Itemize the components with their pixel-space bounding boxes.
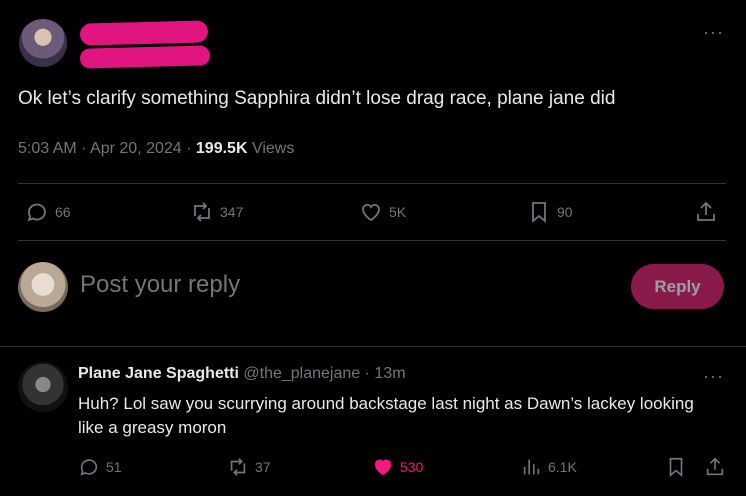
reply-retweet-action[interactable]: 37 <box>227 456 271 478</box>
retweet-count: 347 <box>220 204 244 220</box>
reply-retweet-count: 37 <box>255 459 271 475</box>
reply-reply-count: 51 <box>106 459 122 475</box>
reply-icon <box>27 203 46 222</box>
reply-button[interactable]: Reply <box>631 264 724 309</box>
reply-input[interactable]: Post your reply <box>80 271 240 299</box>
bookmark-icon <box>669 457 683 478</box>
reply-views-action[interactable]: 6.1K <box>520 456 577 478</box>
more-options-icon[interactable]: ··· <box>703 22 724 43</box>
meta-separator: · <box>81 140 91 157</box>
reply-author-handle[interactable]: @the_planejane <box>243 365 360 382</box>
reply-more-options-icon[interactable]: ··· <box>703 366 724 387</box>
tweet-time[interactable]: 5:03 AM <box>18 140 77 157</box>
tweet-date[interactable]: Apr 20, 2024 <box>90 140 182 157</box>
heart-icon <box>362 203 380 222</box>
reply-author-avatar[interactable] <box>18 362 68 412</box>
share-action[interactable] <box>694 200 718 224</box>
current-user-avatar[interactable] <box>18 262 68 312</box>
heart-filled-icon <box>374 459 392 476</box>
tweet-text: Ok let’s clarify something Sapphira didn… <box>18 88 616 109</box>
share-icon <box>706 457 724 476</box>
reply-share-action[interactable] <box>704 456 726 478</box>
retweet-action[interactable]: 347 <box>190 200 243 224</box>
divider <box>0 346 746 347</box>
bookmark-action[interactable]: 90 <box>527 200 573 224</box>
retweet-icon <box>194 202 210 222</box>
redacted-author-handle <box>79 45 211 69</box>
reply-views-count: 6.1K <box>548 459 577 475</box>
divider <box>18 183 726 184</box>
like-count: 5K <box>389 204 407 220</box>
reply-action[interactable]: 66 <box>25 200 71 224</box>
retweet-icon <box>230 458 246 476</box>
reply-like-count: 530 <box>400 459 424 475</box>
like-action[interactable]: 5K <box>359 200 406 224</box>
share-icon <box>697 201 715 221</box>
redacted-author-name <box>79 20 209 46</box>
views-label: Views <box>251 140 295 157</box>
meta-separator: · <box>186 140 196 157</box>
reply-count: 66 <box>55 204 71 220</box>
bookmark-count: 90 <box>557 204 573 220</box>
reply-bookmark-action[interactable] <box>665 456 687 478</box>
tweet-meta: 5:03 AM · Apr 20, 2024 · 199.5K Views <box>18 140 294 158</box>
meta-separator: · <box>364 365 375 382</box>
reply-reply-action[interactable]: 51 <box>78 456 122 478</box>
divider <box>18 240 726 241</box>
reply-icon <box>80 459 98 476</box>
reply-text: Huh? Lol saw you scurrying around backst… <box>78 394 694 437</box>
reply-time[interactable]: 13m <box>374 365 405 382</box>
bookmark-icon <box>532 202 546 223</box>
reply-author-line: Plane Jane Spaghetti @the_planejane · 13… <box>78 365 406 383</box>
views-count: 199.5K <box>195 140 248 157</box>
reply-like-action[interactable]: 530 <box>372 456 423 478</box>
author-avatar[interactable] <box>19 19 67 67</box>
reply-author-name[interactable]: Plane Jane Spaghetti <box>78 365 239 382</box>
analytics-icon <box>523 459 540 475</box>
